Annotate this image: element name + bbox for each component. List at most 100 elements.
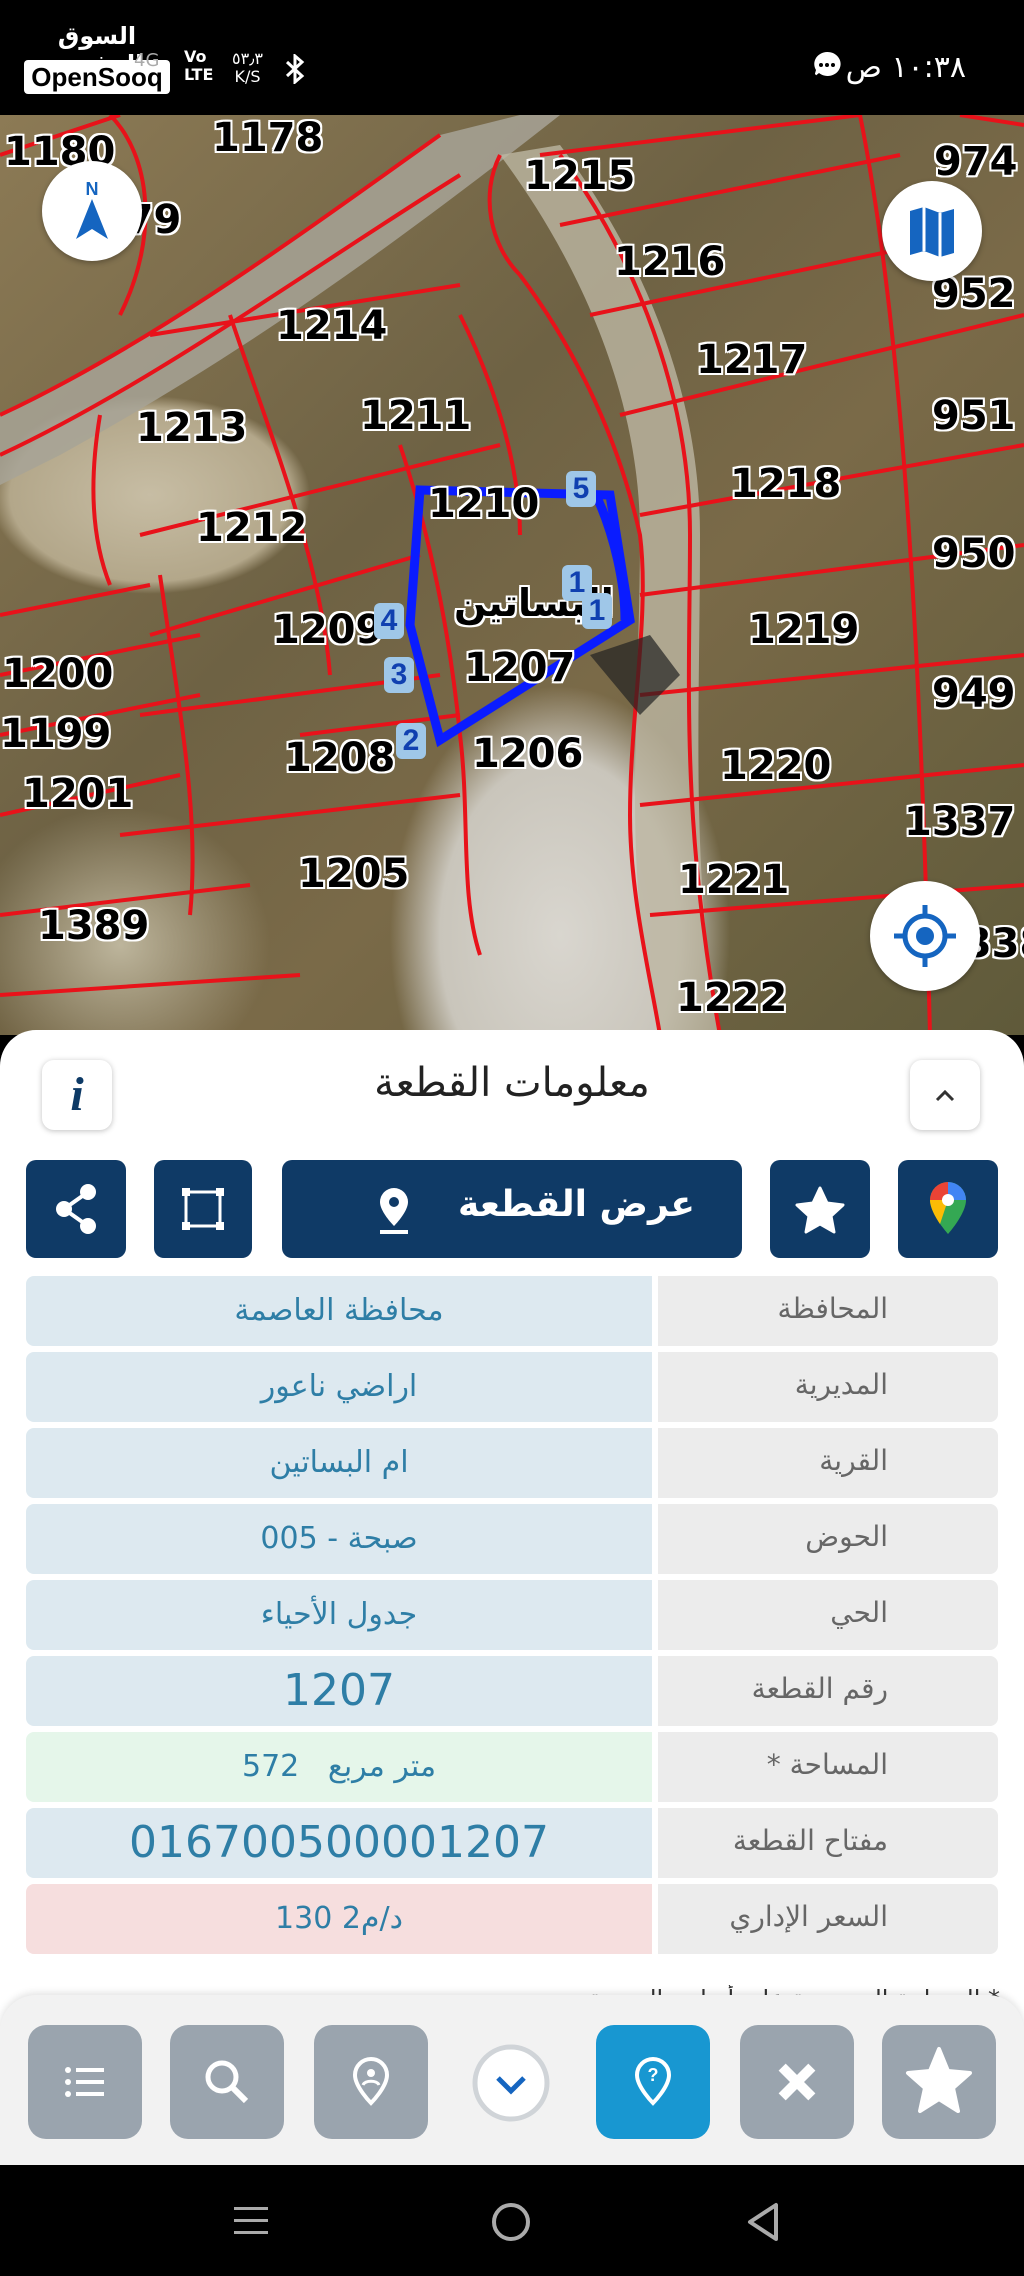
row-key: المحافظة <box>658 1276 998 1346</box>
chevron-down-icon <box>472 2044 550 2122</box>
parcel-label: 1211 <box>360 393 472 439</box>
parcel-label: 951 <box>932 393 1016 439</box>
info-row-admin-price: السعر الإداري 130 د/م2 <box>26 1884 998 1954</box>
parcel-dimensions-button[interactable] <box>154 1160 252 1258</box>
cadastral-map[interactable]: 1180 1178 1215 974 1179 1216 952 1214 12… <box>0 115 1024 1035</box>
parcel-label: 1217 <box>696 337 808 383</box>
polygon-shape-icon <box>182 1188 224 1230</box>
parcel-label: 1178 <box>212 115 324 161</box>
network-type: Vo LTE <box>184 47 214 84</box>
network-speed: ٥٣٫٣ K/S <box>232 49 263 86</box>
star-icon <box>795 1186 845 1234</box>
list-icon <box>65 2067 104 2097</box>
my-location-button[interactable] <box>870 881 980 991</box>
bottom-toolbar: ? <box>0 1995 1024 2165</box>
measure-tools-button[interactable] <box>740 2025 854 2139</box>
vertex-marker[interactable]: 5 <box>566 471 596 507</box>
info-row-district: الحي جدول الأحياء <box>26 1580 998 1650</box>
parcel-label: 950 <box>932 531 1016 577</box>
row-key: رقم القطعة <box>658 1656 998 1726</box>
clock: ١٠:٣٨ ص <box>845 50 966 85</box>
row-key: المساحة * <box>658 1732 998 1802</box>
row-key: الحي <box>658 1580 998 1650</box>
info-row-governorate: المحافظة محافظة العاصمة <box>26 1276 998 1346</box>
favorite-button[interactable] <box>770 1160 870 1258</box>
view-parcel-button[interactable]: عرض القطعة <box>282 1160 742 1258</box>
row-key: السعر الإداري <box>658 1884 998 1954</box>
compass-north-button[interactable]: N <box>42 161 142 261</box>
android-navigation-bar <box>0 2165 1024 2276</box>
row-key: الحوض <box>658 1504 998 1574</box>
row-value: 130 د/م2 <box>26 1884 652 1954</box>
panel-title: معلومات القطعة <box>374 1060 650 1106</box>
home-icon[interactable] <box>488 2199 534 2245</box>
parcel-label: 1219 <box>748 607 860 653</box>
info-row-parcel-key: مفتاح القطعة 016700500001207 <box>26 1808 998 1878</box>
recent-apps-icon[interactable] <box>226 2201 276 2241</box>
north-arrow-icon: N <box>76 179 108 239</box>
location-pin-icon <box>352 2056 390 2106</box>
back-icon[interactable] <box>742 2199 788 2245</box>
parcel-label: 1213 <box>136 405 248 451</box>
parcel-label: 1212 <box>196 505 308 551</box>
parcel-label: 974 <box>934 139 1018 185</box>
row-value: اراضي ناعور <box>26 1352 652 1422</box>
parcel-label: 1210 <box>428 481 540 527</box>
share-button[interactable] <box>26 1160 126 1258</box>
row-value: جدول الأحياء <box>26 1580 652 1650</box>
help-button[interactable]: ? <box>596 2025 710 2139</box>
parcel-label: 1215 <box>524 153 636 199</box>
svg-text:?: ? <box>648 2065 659 2085</box>
collapse-panel-button[interactable] <box>910 1060 980 1130</box>
row-value: 572 متر مربع <box>26 1732 652 1802</box>
bluetooth-icon <box>285 54 305 84</box>
vertex-marker[interactable]: 2 <box>396 723 426 759</box>
info-row-area: المساحة * 572 متر مربع <box>26 1732 998 1802</box>
parcel-label: 1205 <box>298 851 410 897</box>
row-value: محافظة العاصمة <box>26 1276 652 1346</box>
star-icon <box>906 2047 972 2113</box>
google-maps-button[interactable] <box>898 1160 998 1258</box>
vertex-marker[interactable]: 4 <box>374 603 404 639</box>
list-button[interactable] <box>28 2025 142 2139</box>
search-button[interactable] <box>170 2025 284 2139</box>
measure-tools-icon <box>778 2063 816 2101</box>
chevron-up-icon <box>935 1089 955 1102</box>
parcel-label: 1218 <box>730 461 842 507</box>
vertex-marker[interactable]: 3 <box>384 657 414 693</box>
row-key: مفتاح القطعة <box>658 1808 998 1878</box>
vertex-marker[interactable]: 1 <box>582 593 612 629</box>
help-pin-icon: ? <box>634 2056 672 2106</box>
share-icon <box>56 1184 96 1234</box>
parcel-label: 1389 <box>38 903 150 949</box>
parcel-label: 1337 <box>904 799 1016 845</box>
message-icon <box>814 51 841 77</box>
location-search-button[interactable] <box>314 2025 428 2139</box>
parcel-label: 1199 <box>0 711 112 757</box>
row-value: صبحة - 005 <box>26 1504 652 1574</box>
parcel-label: 1221 <box>678 857 790 903</box>
status-bar: السوق المفتوح OpenSooq Vo LTE 4G ٥٣٫٣ K/… <box>0 0 1024 115</box>
view-parcel-label: عرض القطعة <box>458 1184 695 1225</box>
parcel-label: 1216 <box>614 239 726 285</box>
svg-text:N: N <box>86 179 99 199</box>
parcel-label: 1208 <box>284 735 396 781</box>
info-button[interactable]: i <box>42 1060 112 1130</box>
row-value: 016700500001207 <box>26 1808 652 1878</box>
parcel-label: 1206 <box>472 731 584 777</box>
parcel-label: 1220 <box>720 743 832 789</box>
row-key: المديرية <box>658 1352 998 1422</box>
parcel-label: 1207 <box>464 645 576 691</box>
parcel-label: 949 <box>932 671 1016 717</box>
parcel-label: 1214 <box>276 303 388 349</box>
search-icon <box>205 2060 249 2104</box>
parcel-label: 1200 <box>2 651 114 697</box>
favorites-button[interactable] <box>882 2025 996 2139</box>
row-key: القرية <box>658 1428 998 1498</box>
parcel-label: 1209 <box>272 607 384 653</box>
parcel-label: 1201 <box>22 771 134 817</box>
row-value: 1207 <box>26 1656 652 1726</box>
map-layers-button[interactable] <box>882 181 982 281</box>
expand-toolbar-button[interactable] <box>458 2035 564 2131</box>
row-value: ام البساتين <box>26 1428 652 1498</box>
